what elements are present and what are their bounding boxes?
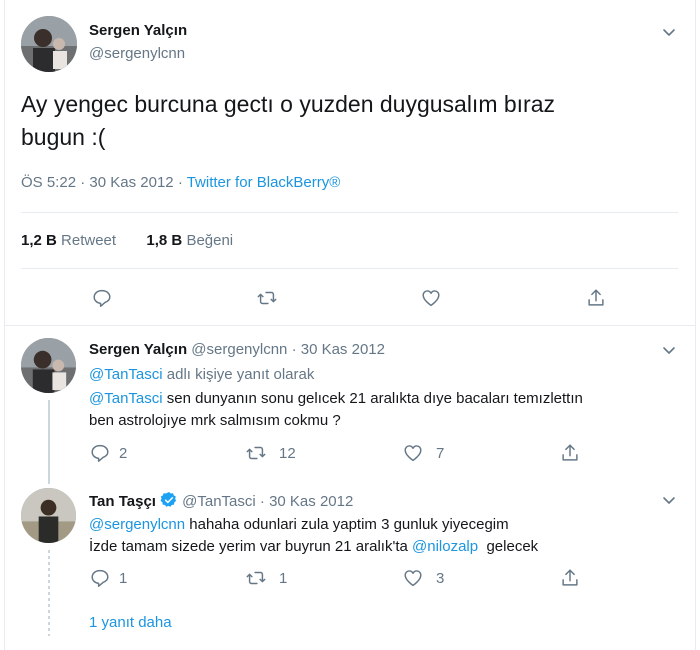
- reply-to-label: adlı kişiye yanıt olarak: [166, 366, 315, 383]
- reply-count: 2: [119, 444, 128, 462]
- share-icon: [588, 289, 604, 306]
- reply-text-line1: sen dunyanın sonu gelıcek 21 aralıkta dı…: [166, 390, 583, 407]
- separator: ·: [259, 493, 265, 510]
- retweet-count: 1: [279, 569, 288, 587]
- more-replies-line: [48, 550, 50, 636]
- reply-text-line2-end: gelecek: [486, 538, 539, 555]
- separator: ·: [291, 341, 297, 358]
- reply-icon: [91, 444, 109, 462]
- reply-header: Sergen Yalçın @sergenylcnn · 30 Kas 2012: [89, 341, 385, 358]
- reply-author-name[interactable]: Sergen Yalçın: [89, 341, 187, 358]
- divider: [21, 212, 678, 213]
- like-icon: [422, 290, 440, 307]
- retweet-button[interactable]: 12: [245, 442, 296, 464]
- tweet-text-line1: Ay yengec burcuna gectı o yuzden duygusa…: [21, 91, 556, 117]
- tweet-stats: 1,2 B Retweet 1,8 B Beğeni: [21, 232, 233, 249]
- like-count: 7: [436, 444, 445, 462]
- reply-icon: [91, 569, 109, 587]
- verified-icon: [160, 491, 178, 509]
- avatar-image: [21, 338, 76, 393]
- like-icon: [404, 445, 422, 462]
- avatar-image: [21, 488, 76, 543]
- share-icon: [562, 569, 578, 586]
- like-icon: [404, 570, 422, 587]
- reply-author-handle[interactable]: @sergenylcnn: [191, 341, 287, 358]
- reply-text-line2: İzde tamam sizede yerim var buyrun 21 ar…: [89, 538, 408, 555]
- mention-link[interactable]: @TanTasci: [89, 390, 163, 407]
- like-button[interactable]: [420, 287, 442, 309]
- reply-date[interactable]: 30 Kas 2012: [301, 341, 385, 358]
- retweet-icon: [246, 446, 266, 460]
- retweet-button[interactable]: 1: [245, 567, 287, 589]
- share-button[interactable]: [559, 567, 581, 589]
- reply-text-line2: ben astrolojıye mrk salmısım cokmu ?: [89, 412, 341, 429]
- avatar[interactable]: [21, 16, 77, 72]
- reply-icon: [93, 289, 111, 307]
- reply-button[interactable]: [91, 287, 113, 309]
- retweet-count: 1,2 B: [21, 232, 57, 249]
- chevron-down-icon[interactable]: [661, 342, 677, 358]
- like-label: Beğeni: [186, 232, 234, 249]
- retweet-icon: [257, 291, 277, 305]
- reply-author-name[interactable]: Tan Taşçı: [89, 493, 156, 510]
- reply-text: @sergenylcnn hahaha odunlari zula yaptim…: [89, 514, 679, 558]
- retweet-button[interactable]: [256, 287, 278, 309]
- chevron-down-icon[interactable]: [661, 492, 677, 508]
- tweet-source-link[interactable]: Twitter for BlackBerry®: [187, 174, 341, 191]
- reply-author-handle[interactable]: @TanTasci: [182, 493, 256, 510]
- section-divider: [4, 325, 696, 326]
- reply-text: @TanTasci sen dunyanın sonu gelıcek 21 a…: [89, 388, 679, 432]
- divider: [21, 268, 678, 269]
- reply-avatar[interactable]: [21, 488, 76, 543]
- reply-button[interactable]: 2: [89, 442, 127, 464]
- author-name[interactable]: Sergen Yalçın: [89, 22, 187, 39]
- like-count: 1,8 B: [146, 232, 183, 249]
- more-replies-link[interactable]: 1 yanıt daha: [89, 614, 172, 631]
- tweet-text: Ay yengec burcuna gectı o yuzden duygusa…: [21, 88, 671, 154]
- reply-date[interactable]: 30 Kas 2012: [269, 493, 353, 510]
- chevron-down-icon[interactable]: [661, 24, 677, 40]
- tweet-text-line2: bugun :(: [21, 124, 106, 150]
- tweet-time[interactable]: ÖS 5:22: [21, 174, 76, 191]
- share-button[interactable]: [559, 442, 581, 464]
- author-handle[interactable]: @sergenylcnn: [89, 45, 185, 62]
- avatar-image: [21, 16, 77, 72]
- mention-link[interactable]: @nilozalp: [412, 538, 478, 555]
- separator: ·: [177, 174, 183, 191]
- reply-text-line1: hahaha odunlari zula yaptim 3 gunluk yiy…: [189, 516, 509, 533]
- retweet-icon: [246, 571, 266, 585]
- separator: ·: [80, 174, 86, 191]
- like-count: 3: [436, 569, 445, 587]
- like-button[interactable]: 7: [402, 442, 444, 464]
- like-stat[interactable]: 1,8 B Beğeni: [146, 232, 233, 249]
- reply-avatar[interactable]: [21, 338, 76, 393]
- tweet-date[interactable]: 30 Kas 2012: [89, 174, 173, 191]
- reply-header: Tan Taşçı @TanTasci · 30 Kas 2012: [89, 491, 353, 510]
- reply-count: 1: [119, 569, 128, 587]
- share-icon: [562, 444, 578, 461]
- reply-button[interactable]: 1: [89, 567, 127, 589]
- like-button[interactable]: 3: [402, 567, 444, 589]
- reply-to-mention[interactable]: @TanTasci: [89, 366, 163, 383]
- mention-link[interactable]: @sergenylcnn: [89, 516, 185, 533]
- retweet-stat[interactable]: 1,2 B Retweet: [21, 232, 116, 249]
- thread-line: [48, 400, 50, 484]
- retweet-label: Retweet: [61, 232, 117, 249]
- share-button[interactable]: [585, 287, 607, 309]
- tweet-timestamp: ÖS 5:22 · 30 Kas 2012 · Twitter for Blac…: [21, 174, 340, 191]
- retweet-count: 12: [279, 444, 296, 462]
- replying-to: @TanTasci adlı kişiye yanıt olarak: [89, 364, 679, 386]
